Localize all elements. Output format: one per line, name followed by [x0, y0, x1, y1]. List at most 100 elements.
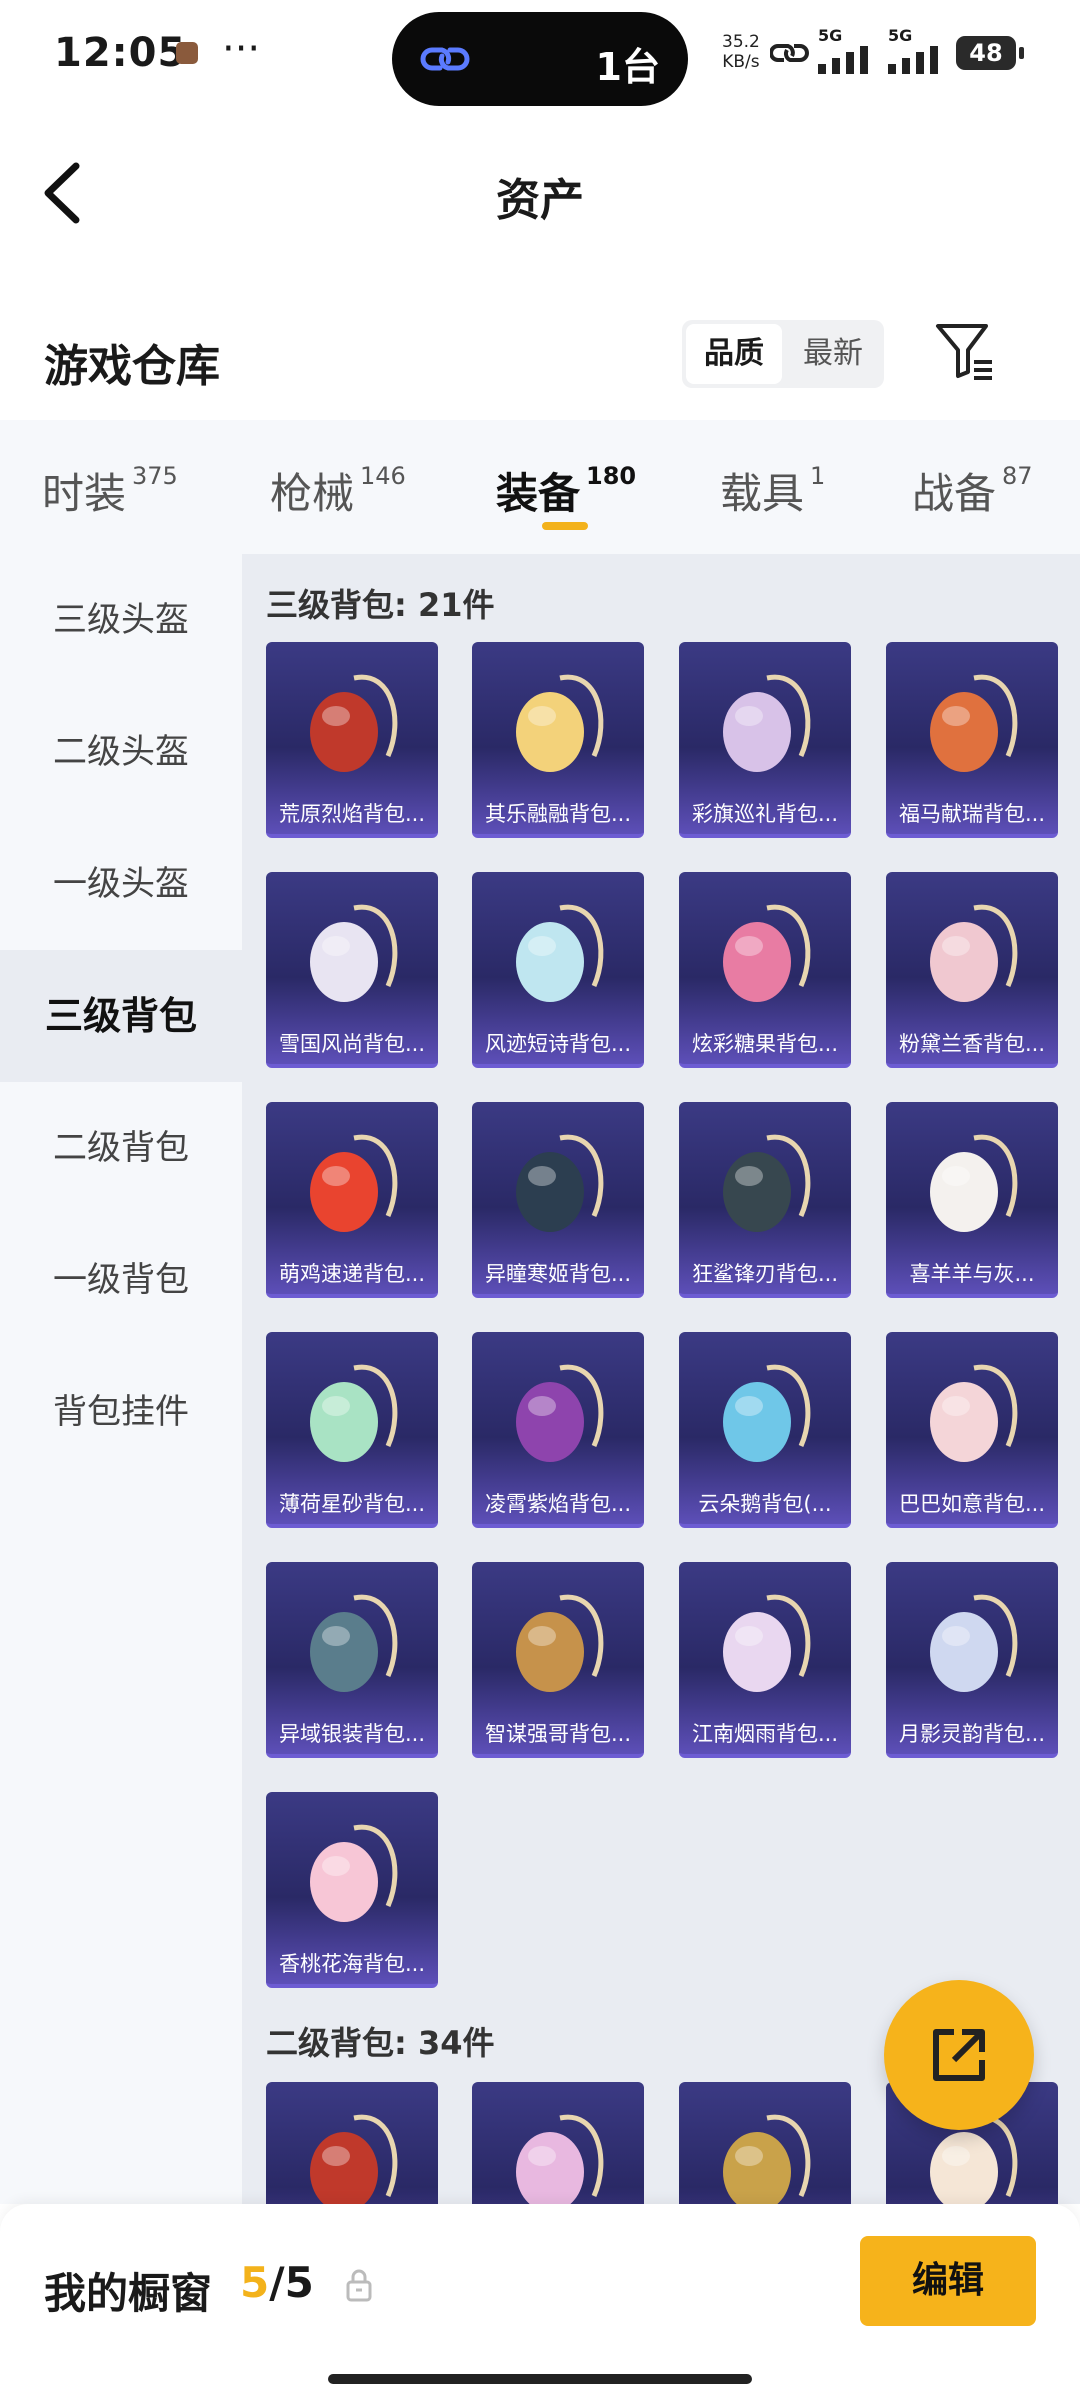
- tab-guns[interactable]: 枪械 146: [270, 460, 406, 521]
- lock-icon: [346, 2269, 372, 2302]
- screen: 12:05 ··· 1台 35.2 KB/s 5G 5G 48 资产 游戏仓库 …: [0, 0, 1080, 2400]
- backpack-icon: [310, 904, 398, 1002]
- item-card[interactable]: [472, 2082, 644, 2204]
- item-card[interactable]: 喜羊羊与灰...: [886, 1102, 1058, 1298]
- backpack-icon: [516, 1594, 604, 1692]
- item-card[interactable]: 云朵鹅背包(...: [679, 1332, 851, 1528]
- sort-quality-button[interactable]: 品质: [686, 324, 782, 384]
- dynamic-island[interactable]: 1台: [392, 12, 688, 106]
- showcase-count: 5/5: [240, 2258, 314, 2307]
- signal-bars-icon: [818, 46, 868, 74]
- cat-level1-backpack[interactable]: 一级背包: [0, 1214, 242, 1346]
- tab-label: 时装: [42, 469, 127, 518]
- item-card[interactable]: 福马献瑞背包...: [886, 642, 1058, 838]
- tab-fashion[interactable]: 时装 375: [42, 460, 178, 521]
- item-name: 异域银装背包...: [278, 1722, 426, 1746]
- item-name: 狂鲨锋刃背包...: [691, 1262, 839, 1286]
- backpack-icon: [310, 674, 398, 772]
- status-bar: 12:05 ··· 1台 35.2 KB/s 5G 5G 48: [0, 0, 1080, 108]
- backpack-icon: [723, 1134, 811, 1232]
- item-card[interactable]: [679, 2082, 851, 2204]
- cat-level1-helmet[interactable]: 一级头盔: [0, 818, 242, 950]
- cat-level2-helmet[interactable]: 二级头盔: [0, 686, 242, 818]
- link-icon: [420, 47, 470, 71]
- item-name: 凌霄紫焰背包...: [484, 1492, 632, 1516]
- filter-icon[interactable]: [934, 320, 994, 382]
- subcategory-list: 三级头盔 二级头盔 一级头盔 三级背包 二级背包 一级背包 背包挂件: [0, 554, 242, 2204]
- showcase-count-total: 5: [284, 2258, 314, 2307]
- nav-header: 资产: [0, 108, 1080, 268]
- app-notification-icon: [176, 42, 198, 64]
- backpack-icon: [723, 2114, 811, 2204]
- tab-count: 375: [132, 462, 178, 490]
- item-card[interactable]: 智谋强哥背包...: [472, 1562, 644, 1758]
- item-name: 巴巴如意背包...: [898, 1492, 1046, 1516]
- item-name: 福马献瑞背包...: [898, 802, 1046, 826]
- item-card[interactable]: 香桃花海背包...: [266, 1792, 438, 1988]
- item-name: 云朵鹅背包(...: [698, 1492, 832, 1516]
- net-speed-unit: KB/s: [722, 52, 760, 72]
- item-card[interactable]: 萌鸡速递背包...: [266, 1102, 438, 1298]
- item-name: 萌鸡速递背包...: [278, 1262, 426, 1286]
- item-card[interactable]: 荒原烈焰背包...: [266, 642, 438, 838]
- item-card[interactable]: 雪国风尚背包...: [266, 872, 438, 1068]
- item-card[interactable]: 其乐融融背包...: [472, 642, 644, 838]
- item-card[interactable]: 月影灵韵背包...: [886, 1562, 1058, 1758]
- backpack-icon: [310, 1364, 398, 1462]
- item-card[interactable]: 巴巴如意背包...: [886, 1332, 1058, 1528]
- item-name: 其乐融融背包...: [484, 802, 632, 826]
- clock: 12:05: [54, 30, 187, 76]
- sig1-label: 5G: [818, 26, 843, 45]
- tab-count: 1: [810, 462, 826, 490]
- cat-level3-helmet[interactable]: 三级头盔: [0, 554, 242, 686]
- backpack-icon: [516, 904, 604, 1002]
- item-name: 异瞳寒姬背包...: [484, 1262, 632, 1286]
- backpack-icon: [930, 674, 1018, 772]
- backpack-icon: [310, 2114, 398, 2204]
- cat-level3-backpack[interactable]: 三级背包: [0, 950, 242, 1082]
- showcase-count-current: 5: [240, 2258, 270, 2307]
- item-card[interactable]: 狂鲨锋刃背包...: [679, 1102, 851, 1298]
- warehouse-title: 游戏仓库: [44, 341, 220, 392]
- item-card[interactable]: 彩旗巡礼背包...: [679, 642, 851, 838]
- backpack-icon: [516, 674, 604, 772]
- backpack-icon: [723, 1594, 811, 1692]
- item-card[interactable]: 异域银装背包...: [266, 1562, 438, 1758]
- item-name: 风迹短诗背包...: [484, 1032, 632, 1056]
- cat-backpack-charm[interactable]: 背包挂件: [0, 1346, 242, 1478]
- backpack-icon: [930, 1594, 1018, 1692]
- net-speed-value: 35.2: [722, 32, 760, 52]
- item-name: 月影灵韵背包...: [898, 1722, 1046, 1746]
- share-fab[interactable]: [884, 1980, 1034, 2130]
- item-name: 粉黛兰香背包...: [898, 1032, 1046, 1056]
- section-title: 三级背包: 21件: [266, 586, 495, 624]
- item-card[interactable]: 炫彩糖果背包...: [679, 872, 851, 1068]
- item-card[interactable]: 粉黛兰香背包...: [886, 872, 1058, 1068]
- edit-button[interactable]: 编辑: [860, 2236, 1036, 2326]
- tab-count: 180: [586, 462, 637, 490]
- sig2-label: 5G: [888, 26, 913, 45]
- bottom-showcase-bar: 我的橱窗 5/5 编辑: [0, 2204, 1080, 2400]
- item-card[interactable]: 薄荷星砂背包...: [266, 1332, 438, 1528]
- category-tabs: 时装 375 枪械 146 装备 180 载具 1 战备 87: [0, 420, 1080, 554]
- sort-newest-button[interactable]: 最新: [786, 324, 880, 384]
- hotspot-icon: [770, 44, 809, 62]
- item-card[interactable]: 异瞳寒姬背包...: [472, 1102, 644, 1298]
- tab-vehicles[interactable]: 载具 1: [720, 460, 825, 521]
- item-card[interactable]: [266, 2082, 438, 2204]
- home-indicator[interactable]: [328, 2374, 752, 2384]
- tab-supplies[interactable]: 战备 87: [912, 460, 1033, 521]
- item-card[interactable]: 江南烟雨背包...: [679, 1562, 851, 1758]
- tab-equipment[interactable]: 装备 180: [496, 460, 636, 521]
- backpack-icon: [723, 674, 811, 772]
- tab-label: 战备: [912, 469, 997, 518]
- cat-level2-backpack[interactable]: 二级背包: [0, 1082, 242, 1214]
- item-card[interactable]: 凌霄紫焰背包...: [472, 1332, 644, 1528]
- item-card[interactable]: 风迹短诗背包...: [472, 872, 644, 1068]
- backpack-icon: [723, 904, 811, 1002]
- tab-label: 枪械: [270, 469, 355, 518]
- share-external-icon: [933, 2029, 985, 2081]
- tab-count: 146: [360, 462, 406, 490]
- tab-label: 装备: [496, 469, 581, 518]
- item-name: 智谋强哥背包...: [484, 1722, 632, 1746]
